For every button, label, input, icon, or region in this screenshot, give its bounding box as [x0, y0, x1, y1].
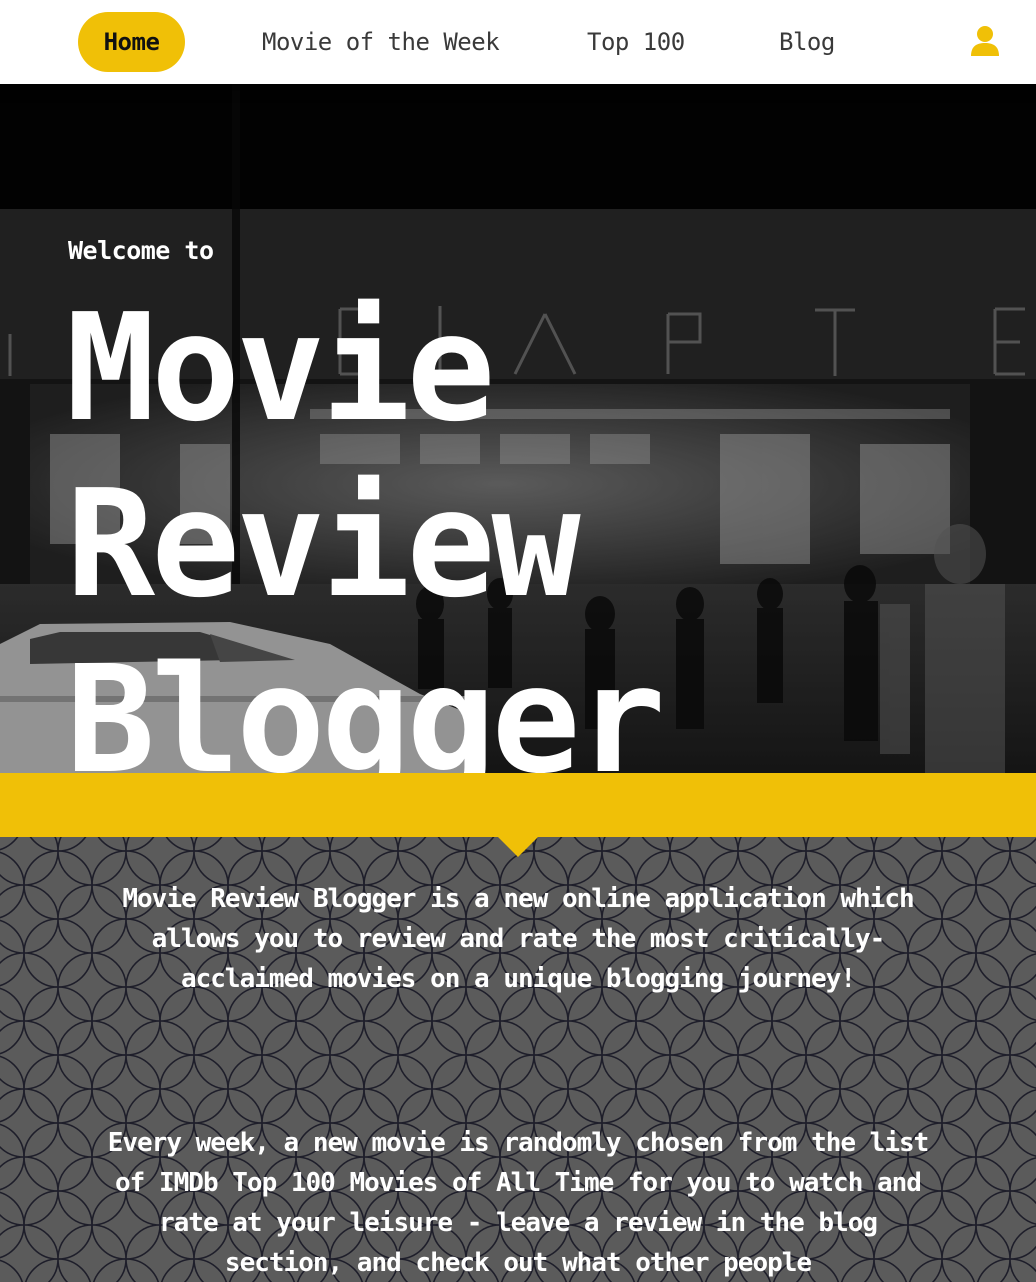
hero-title: Movie Review Blogger [66, 282, 666, 773]
nav-movie-of-the-week-link[interactable]: Movie of the Week [262, 12, 500, 72]
nav-home-link[interactable]: Home [78, 12, 185, 72]
intro-paragraph-1: Movie Review Blogger is a new online app… [122, 884, 914, 994]
accent-band [0, 773, 1036, 837]
welcome-label: Welcome to [68, 236, 214, 265]
user-icon[interactable] [968, 24, 1002, 58]
intro-section: Movie Review Blogger is a new online app… [0, 837, 1036, 1282]
top-navbar: Home Movie of the Week Top 100 Blog [0, 0, 1036, 84]
section-pointer-arrow [498, 837, 538, 857]
nav-top-100-link[interactable]: Top 100 [587, 12, 685, 72]
intro-paragraph-2: Every week, a new movie is randomly chos… [107, 1128, 930, 1278]
nav-blog-link[interactable]: Blog [779, 12, 835, 72]
hero-banner: Welcome to Movie Review Blogger [0, 84, 1036, 773]
